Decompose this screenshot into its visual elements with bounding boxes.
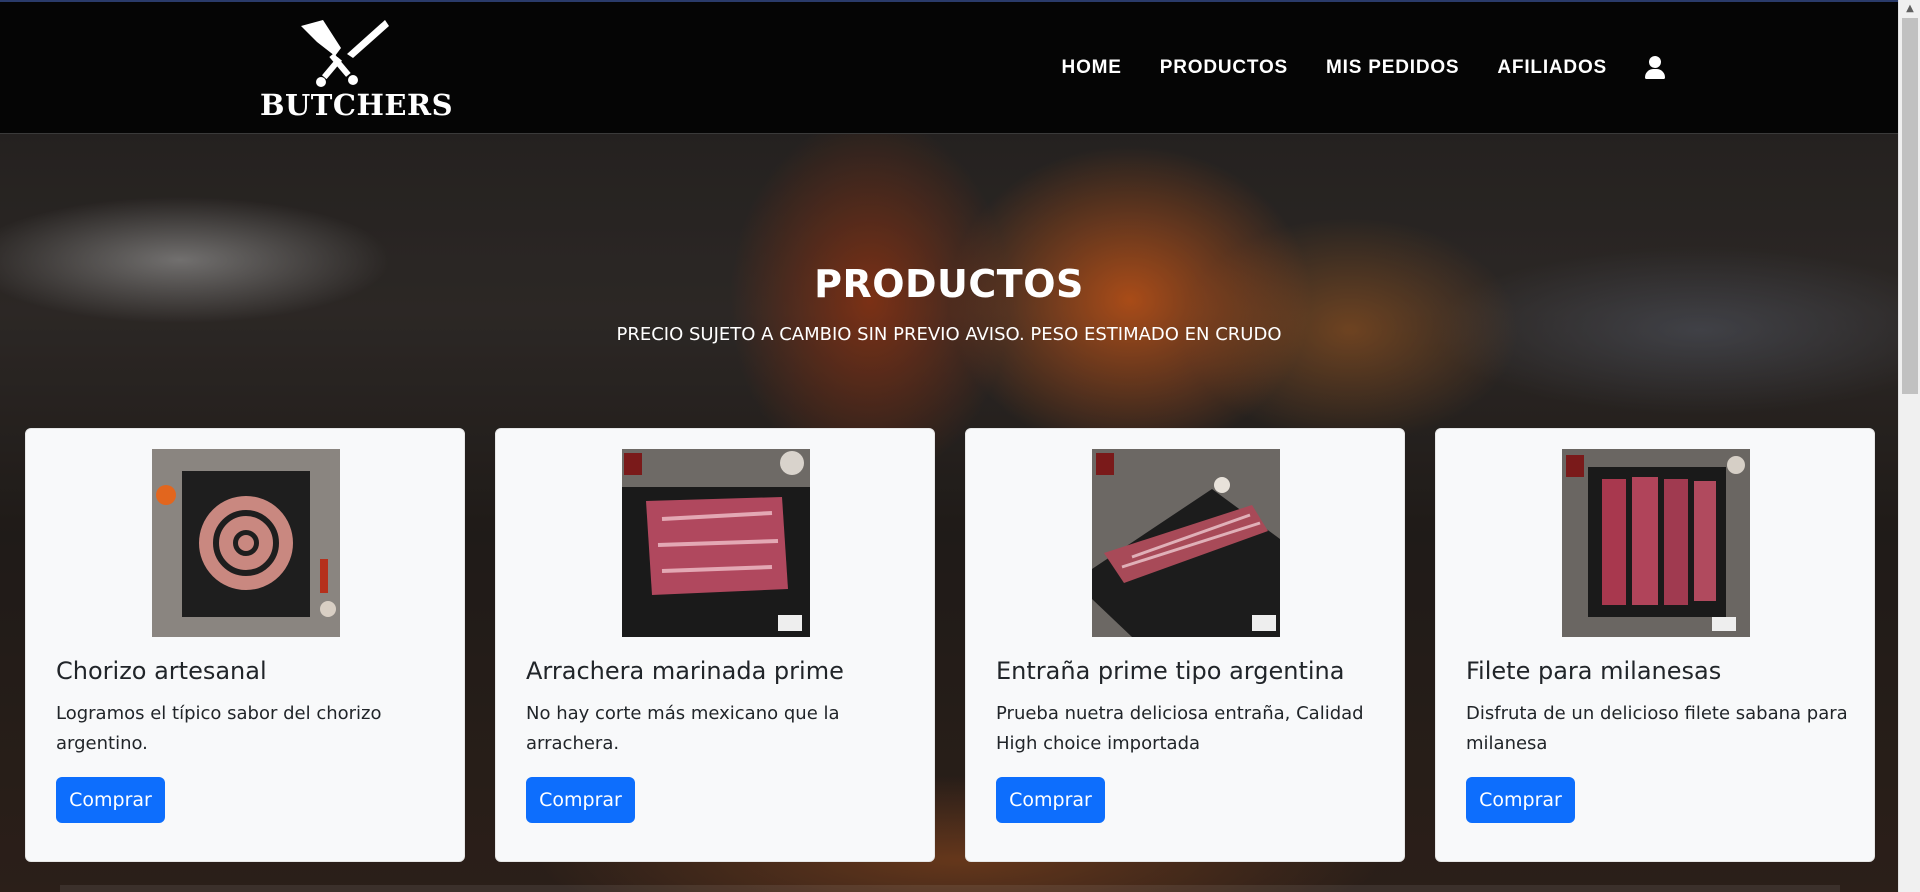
page-subtitle: PRECIO SUJETO A CAMBIO SIN PREVIO AVISO.… [616,324,1282,345]
nav-mis-pedidos[interactable]: MIS PEDIDOS [1326,57,1459,79]
nav-home[interactable]: HOME [1062,57,1122,79]
buy-button[interactable]: Comprar [526,777,635,823]
brand-name: BUTCHERS [260,88,454,122]
buy-button[interactable]: Comprar [1466,777,1575,823]
product-image-chorizo [152,449,340,637]
product-description: Prueba nuetra deliciosa entraña, Calidad… [996,703,1364,754]
product-image-filete [1562,449,1750,637]
crossed-cleavers-icon [301,20,389,87]
product-grid: Chorizo artesanal Logramos el típico sab… [25,428,1875,862]
product-card: Arrachera marinada prime No hay corte má… [495,428,935,862]
page-title: PRODUCTOS [814,262,1084,306]
product-image-entrana [1092,449,1280,637]
user-icon-head [1649,56,1661,68]
product-card: Entraña prime tipo argentina Prueba nuet… [965,428,1405,862]
buy-button[interactable]: Comprar [56,777,165,823]
brand-logo[interactable]: BUTCHERS [260,18,454,124]
product-description: Logramos el típico sabor del chorizo arg… [56,703,382,754]
navbar: BUTCHERS HOME PRODUCTOS MIS PEDIDOS AFIL… [0,0,1898,134]
product-card: Filete para milanesas Disfruta de un del… [1435,428,1875,862]
nav-productos[interactable]: PRODUCTOS [1160,57,1288,79]
vertical-scrollbar[interactable]: ▲ [1898,0,1920,892]
product-card: Chorizo artesanal Logramos el típico sab… [25,428,465,862]
scroll-up-arrow-icon[interactable]: ▲ [1899,0,1920,18]
scroll-thumb[interactable] [1902,18,1918,394]
user-icon-body [1645,69,1665,79]
user-icon[interactable] [1644,56,1666,80]
product-image-arrachera [622,449,810,637]
product-description: No hay corte más mexicano que la arrache… [526,703,840,754]
product-title: Arrachera marinada prime [526,657,844,685]
product-title: Filete para milanesas [1466,657,1722,685]
next-row-edge [60,885,1840,892]
main-nav: HOME PRODUCTOS MIS PEDIDOS AFILIADOS [1024,56,1666,80]
product-description: Disfruta de un delicioso filete sabana p… [1466,703,1848,754]
product-title: Entraña prime tipo argentina [996,657,1345,685]
buy-button[interactable]: Comprar [996,777,1105,823]
nav-afiliados[interactable]: AFILIADOS [1497,57,1607,79]
product-title: Chorizo artesanal [56,657,267,685]
